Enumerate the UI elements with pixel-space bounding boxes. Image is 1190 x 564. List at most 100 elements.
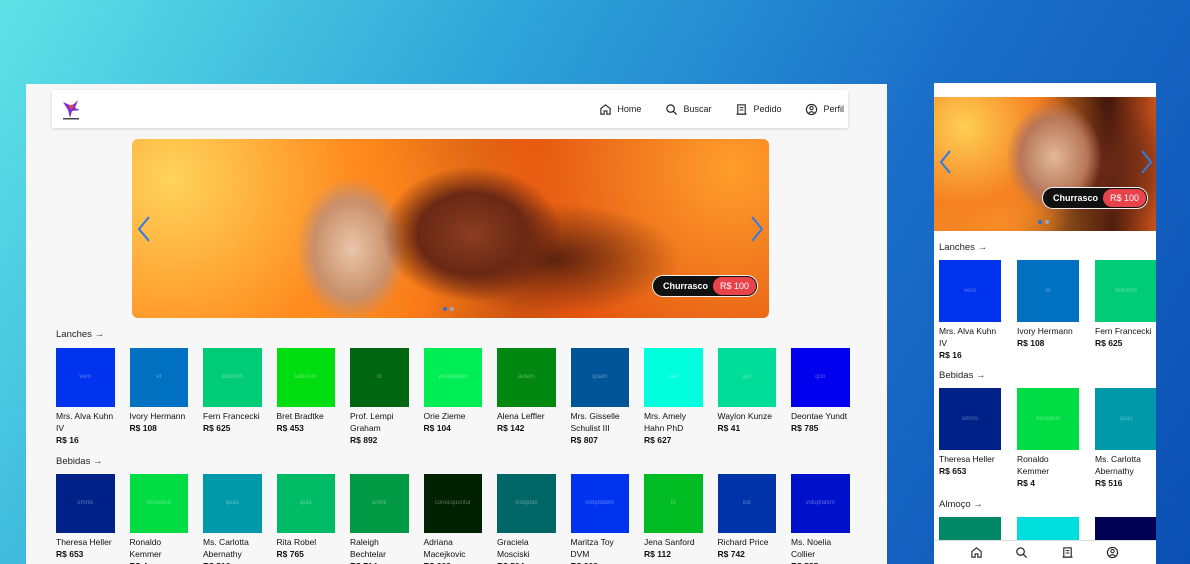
- mobile-section-title-lanches[interactable]: Lanches →: [939, 242, 987, 253]
- arrow-right-icon: →: [92, 456, 103, 467]
- product-card[interactable]: laborum Bret Bradtke R$ 453: [276, 348, 335, 446]
- product-card[interactable]: voluptas Graciela MosciskiR$ 504: [497, 474, 556, 564]
- product-card[interactable]: id Prof. Lempi Graham R$ 892: [350, 348, 409, 446]
- product-card[interactable]: dolorem Fern Francecki R$ 625: [1095, 260, 1156, 361]
- product-price: R$ 742: [717, 548, 745, 559]
- mobile-hero-carousel[interactable]: Churrasco R$ 100: [934, 97, 1156, 231]
- carousel-dot[interactable]: [1038, 220, 1042, 224]
- product-image: et: [129, 348, 188, 407]
- product-image: consequuntur: [423, 474, 482, 533]
- product-card[interactable]: voluptatem Orie Zieme R$ 104: [423, 348, 482, 446]
- product-card[interactable]: voluptatem Ms. Noelia CollierR$ 595: [791, 474, 850, 564]
- product-name: Graciela Mosciski: [497, 536, 530, 559]
- product-card[interactable]: excepturiRonaldo KemmerR$ 4: [129, 474, 188, 564]
- nav-home[interactable]: Home: [599, 103, 641, 116]
- product-card[interactable]: et Ivory Hermann R$ 108: [1017, 260, 1079, 361]
- carousel-dots: [1038, 220, 1049, 224]
- product-card[interactable]: id Jena Sanford R$ 112: [644, 474, 703, 564]
- nav-profile[interactable]: Perfil: [805, 103, 844, 116]
- product-price: R$ 892: [350, 434, 378, 445]
- product-card[interactable]: quasMs. Carlotta AbernathyR$ 516: [1095, 388, 1156, 489]
- product-image: voluptatem: [570, 474, 629, 533]
- product-card[interactable]: vero Mrs. Alva Kuhn IV R$ 16: [56, 348, 115, 446]
- nav-order[interactable]: Pedido: [735, 103, 781, 116]
- tab-order[interactable]: [1061, 546, 1075, 560]
- tab-home[interactable]: [970, 546, 984, 560]
- mobile-card-row-lanches: vero Mrs. Alva Kuhn IV R$ 16 et Ivory Herman…: [939, 260, 1156, 361]
- product-card[interactable]: omnis Theresa Heller R$ 653: [56, 474, 115, 564]
- chevron-left-icon[interactable]: [938, 149, 952, 175]
- product-card[interactable]: est Richard Price R$ 742: [717, 474, 776, 564]
- product-price: R$ 714: [350, 560, 409, 564]
- product-card[interactable]: omnis Theresa Heller R$ 653: [939, 388, 1001, 489]
- product-image: animi: [350, 474, 409, 533]
- product-image: excepturi: [1017, 388, 1079, 450]
- product-price: R$ 625: [203, 422, 231, 433]
- brand-logo[interactable]: [58, 96, 84, 122]
- mobile-hero-badge[interactable]: Churrasco R$ 100: [1042, 187, 1149, 209]
- product-price: R$ 203: [424, 560, 483, 564]
- product-card[interactable]: excepturiRonaldo KemmerR$ 4: [1017, 388, 1079, 489]
- mobile-card-row-bebidas: omnis Theresa Heller R$ 653 excepturi Ronald…: [939, 388, 1156, 489]
- section-title-bebidas[interactable]: Bebidas →: [56, 456, 102, 467]
- product-card[interactable]: quasMs. Carlotta AbernathyR$ 516: [203, 474, 262, 564]
- product-name: Theresa Heller: [939, 454, 995, 464]
- product-image: sed: [644, 348, 703, 407]
- carousel-dot[interactable]: [443, 307, 447, 311]
- mobile-frame: Churrasco R$ 100 Lanches → vero Mrs. Alva…: [934, 83, 1156, 564]
- nav-search[interactable]: Buscar: [665, 103, 711, 116]
- hero-product-badge[interactable]: Churrasco R$ 100: [651, 275, 758, 297]
- section-title-lanches[interactable]: Lanches →: [56, 329, 104, 340]
- receipt-icon: [736, 103, 748, 115]
- product-name: Ronaldo Kemmer: [129, 536, 162, 559]
- chevron-right-icon[interactable]: [1140, 149, 1154, 175]
- hero-product-price: R$ 100: [712, 277, 756, 295]
- search-icon: [1016, 546, 1028, 558]
- product-price: R$ 625: [1095, 338, 1123, 348]
- product-price: R$ 785: [791, 422, 819, 433]
- carousel-dot[interactable]: [1045, 220, 1049, 224]
- product-card[interactable]: et Ivory Hermann R$ 108: [129, 348, 188, 446]
- carousel-dot[interactable]: [450, 307, 454, 311]
- product-price: R$ 108: [129, 422, 157, 433]
- product-card[interactable]: sed Mrs. Amely Hahn PhD R$ 627: [644, 348, 703, 446]
- product-card[interactable]: quo Deontae Yundt R$ 785: [791, 348, 850, 446]
- mobile-section-title-almoco[interactable]: Almoço →: [939, 499, 983, 510]
- product-name: Raleigh Bechtelar: [350, 536, 386, 559]
- product-image: excepturi: [129, 474, 188, 533]
- product-name: Ms. Carlotta Abernathy: [203, 536, 249, 559]
- product-price: R$ 595: [791, 560, 850, 564]
- nav-profile-label: Perfil: [823, 104, 844, 114]
- mobile-section-title-bebidas[interactable]: Bebidas →: [939, 370, 985, 381]
- product-name: Fern Francecki: [203, 410, 260, 421]
- product-image: quo: [791, 348, 850, 407]
- tab-profile[interactable]: [1106, 546, 1120, 560]
- product-price: R$ 516: [1095, 478, 1123, 488]
- product-name: Maritza Toy DVM: [570, 536, 614, 559]
- product-card[interactable]: qui Waylon Kunze R$ 41: [717, 348, 776, 446]
- receipt-icon: [1062, 546, 1073, 558]
- product-card[interactable]: autem Alena Leffler R$ 142: [497, 348, 556, 446]
- product-image: quas: [1095, 388, 1156, 450]
- product-card[interactable]: quam Mrs. Gisselle Schulist III R$ 807: [570, 348, 629, 446]
- product-card[interactable]: animi Raleigh BechtelarR$ 714: [350, 474, 409, 564]
- user-icon: [1107, 546, 1119, 558]
- hero-product-name: Churrasco: [662, 281, 708, 291]
- product-card[interactable]: consequuntur Adriana MacejkovicR$ 203: [423, 474, 483, 564]
- product-image: omnis: [939, 388, 1001, 450]
- home-icon: [971, 546, 982, 558]
- product-name: Ivory Hermann: [1017, 326, 1073, 336]
- product-card[interactable]: voluptatem Maritza Toy DVMR$ 302: [570, 474, 629, 564]
- product-card[interactable]: vero Mrs. Alva Kuhn IV R$ 16: [939, 260, 1001, 361]
- product-image: autem: [497, 348, 556, 407]
- product-name: Prof. Lempi Graham: [350, 410, 394, 433]
- tab-search[interactable]: [1015, 546, 1029, 560]
- product-name: Ivory Hermann: [129, 410, 186, 421]
- chevron-right-icon[interactable]: [749, 215, 765, 243]
- chevron-left-icon[interactable]: [136, 215, 152, 243]
- nav-search-label: Buscar: [683, 104, 712, 114]
- product-card[interactable]: dolorem Fern Francecki R$ 625: [203, 348, 262, 446]
- product-card[interactable]: quia Rita Robel R$ 765: [276, 474, 335, 564]
- arrow-right-icon: →: [977, 242, 988, 253]
- hero-carousel[interactable]: Churrasco R$ 100: [132, 139, 769, 318]
